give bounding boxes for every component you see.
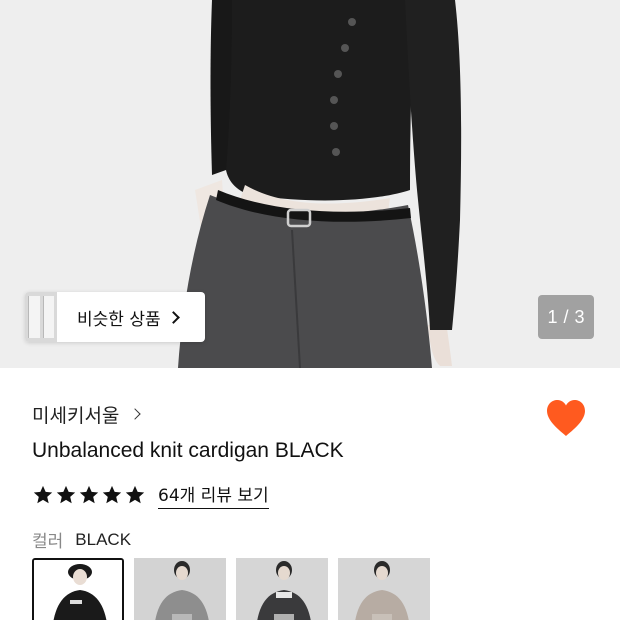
color-value: BLACK (75, 529, 132, 549)
similar-products-thumbnail (25, 292, 57, 342)
chevron-right-icon (129, 408, 142, 420)
brand-name: 미세키서울 (32, 404, 120, 427)
pager-separator: / (563, 306, 569, 327)
image-pager: 1 / 3 (538, 295, 594, 339)
star-icon (33, 485, 53, 504)
brand-link[interactable]: 미세키서울 (32, 401, 142, 427)
color-option-row: 컬러 BLACK (32, 527, 132, 553)
color-label: 컬러 (32, 532, 64, 552)
swatch-gray[interactable] (134, 558, 226, 620)
color-swatches (32, 558, 430, 620)
reviews-link[interactable]: 64개 리뷰 보기 (158, 481, 269, 509)
swatch-charcoal[interactable] (236, 558, 328, 620)
rating-stars (32, 484, 146, 506)
product-title: Unbalanced knit cardigan BLACK (32, 439, 344, 462)
swatch-beige[interactable] (338, 558, 430, 620)
pager-total: 3 (574, 306, 585, 327)
chevron-right-icon (166, 310, 180, 324)
heart-icon[interactable] (545, 398, 587, 438)
similar-products-label: 비슷한 상품 (77, 309, 161, 330)
star-icon (56, 485, 76, 504)
star-icon (102, 485, 122, 504)
product-image[interactable]: 비슷한 상품 1 / 3 (0, 0, 620, 368)
swatch-black[interactable] (32, 558, 124, 620)
pager-current: 1 (547, 306, 558, 327)
rating-row: 64개 리뷰 보기 (32, 481, 269, 509)
star-icon (125, 485, 145, 504)
star-icon (79, 485, 99, 504)
similar-products-button[interactable]: 비슷한 상품 (25, 292, 205, 342)
